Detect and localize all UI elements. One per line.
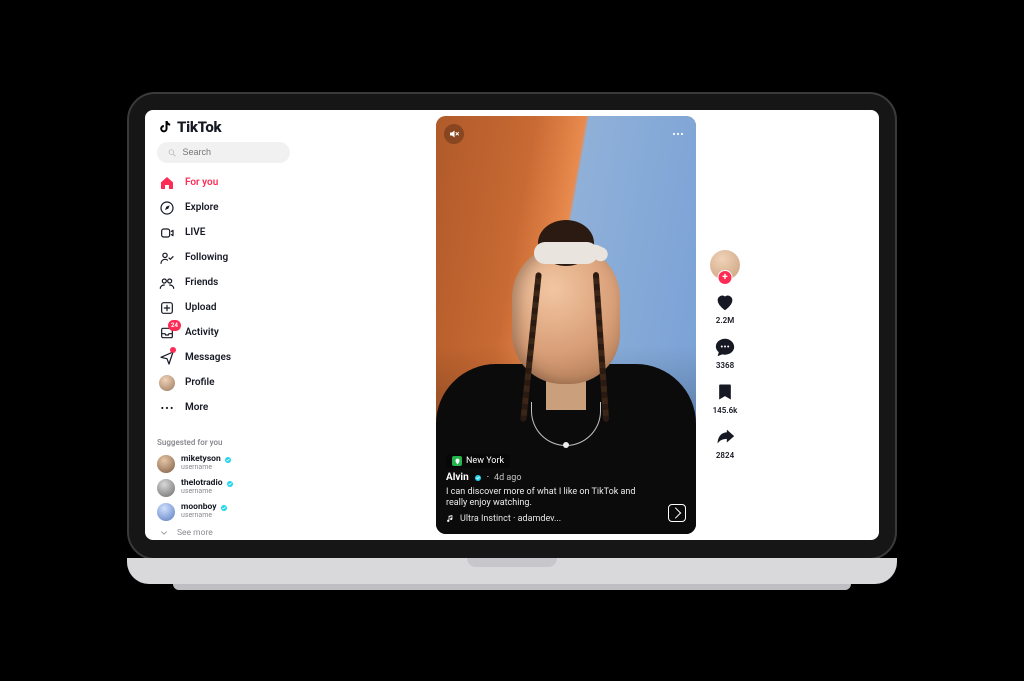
sidebar: TikTok For you (145, 110, 297, 540)
avatar-icon (157, 479, 175, 497)
nav-activity[interactable]: 24 Activity (157, 321, 290, 345)
bookmark-icon (713, 380, 737, 404)
author-row[interactable]: Alvin · 4d ago (446, 472, 660, 483)
verified-icon (474, 474, 482, 482)
post-time: 4d ago (494, 473, 521, 483)
nav-label: Explore (185, 202, 218, 213)
share-count: 2824 (716, 451, 734, 460)
avatar-icon (157, 455, 175, 473)
nav-friends[interactable]: Friends (157, 271, 290, 295)
comment-count: 3368 (716, 361, 734, 370)
music-note-icon (446, 514, 455, 523)
save-button[interactable]: 145.6k (713, 380, 738, 415)
nav-label: For you (185, 177, 218, 188)
verified-icon (220, 504, 228, 512)
avatar-icon (159, 375, 175, 391)
comment-button[interactable]: 3368 (713, 335, 737, 370)
location-icon (452, 456, 462, 466)
share-button[interactable]: 2824 (713, 425, 737, 460)
comment-icon (713, 335, 737, 359)
nav-more[interactable]: More (157, 396, 290, 420)
suggested-sub: username (181, 488, 234, 496)
like-count: 2.2M (716, 316, 734, 325)
brand-text: TikTok (177, 118, 221, 136)
search-input[interactable] (182, 147, 280, 157)
brand-logo[interactable]: TikTok (157, 118, 290, 136)
home-icon (159, 175, 175, 191)
avatar-icon (157, 503, 175, 521)
nav-label: Following (185, 252, 228, 263)
app-screen: TikTok For you (145, 110, 879, 540)
action-rail: 2.2M 3368 145.6k (710, 116, 740, 534)
save-count: 145.6k (713, 406, 738, 415)
upload-icon (159, 300, 175, 316)
video-more-button[interactable] (668, 124, 688, 144)
messages-dot (170, 347, 176, 353)
tiktok-note-icon (157, 119, 173, 135)
verified-icon (226, 480, 234, 488)
see-more-label: See more (177, 528, 213, 538)
nav-label: More (185, 402, 208, 413)
see-more-button[interactable]: See more (157, 524, 290, 540)
nav-label: Activity (185, 327, 219, 338)
friends-icon (159, 275, 175, 291)
video-player[interactable]: New York Alvin · 4d ago I can discover m… (436, 116, 696, 534)
nav-label: Upload (185, 302, 216, 313)
suggested-account[interactable]: miketyson username (157, 452, 290, 476)
suggested-sub: username (181, 512, 228, 520)
search-box[interactable] (157, 142, 290, 163)
suggested-account[interactable]: thelotradio username (157, 476, 290, 500)
volume-off-icon (448, 128, 460, 140)
live-icon (159, 225, 175, 241)
nav-following[interactable]: Following (157, 246, 290, 270)
sound-row[interactable]: Ultra Instinct · adamdev... (446, 514, 660, 524)
chevron-down-icon (159, 528, 169, 538)
activity-badge: 24 (168, 320, 181, 331)
location-pill[interactable]: New York (446, 454, 510, 468)
more-dots-icon (159, 400, 175, 416)
nav-profile[interactable]: Profile (157, 371, 290, 395)
nav-label: Messages (185, 352, 231, 363)
suggested-account[interactable]: moonboy username (157, 500, 290, 524)
heart-icon (713, 290, 737, 314)
compass-icon (159, 200, 175, 216)
nav-label: LIVE (185, 227, 205, 238)
fullscreen-button[interactable] (668, 504, 686, 522)
nav-live[interactable]: LIVE (157, 221, 290, 245)
video-caption: I can discover more of what I like on Ti… (446, 487, 656, 510)
suggested-section: Suggested for you miketyson username (157, 438, 290, 540)
nav-upload[interactable]: Upload (157, 296, 290, 320)
verified-icon (224, 456, 232, 464)
location-text: New York (466, 456, 504, 466)
laptop-frame: TikTok For you (127, 92, 897, 590)
sound-text: Ultra Instinct · adamdev... (460, 514, 561, 524)
author-name: Alvin (446, 472, 469, 483)
feed: New York Alvin · 4d ago I can discover m… (297, 110, 879, 540)
like-button[interactable]: 2.2M (713, 290, 737, 325)
mute-button[interactable] (444, 124, 464, 144)
suggested-title: Suggested for you (157, 438, 290, 447)
suggested-sub: username (181, 464, 232, 472)
nav-for-you[interactable]: For you (157, 171, 290, 195)
laptop-base (127, 558, 897, 584)
primary-nav: For you Explore LIVE (157, 171, 290, 420)
nav-label: Profile (185, 377, 215, 388)
search-icon (167, 147, 176, 158)
share-icon (713, 425, 737, 449)
nav-explore[interactable]: Explore (157, 196, 290, 220)
more-dots-icon (670, 126, 686, 142)
user-check-icon (159, 250, 175, 266)
nav-label: Friends (185, 277, 218, 288)
dot-separator: · (487, 473, 489, 483)
creator-avatar-follow[interactable] (710, 250, 740, 280)
laptop-foot (173, 584, 851, 590)
nav-messages[interactable]: Messages (157, 346, 290, 370)
